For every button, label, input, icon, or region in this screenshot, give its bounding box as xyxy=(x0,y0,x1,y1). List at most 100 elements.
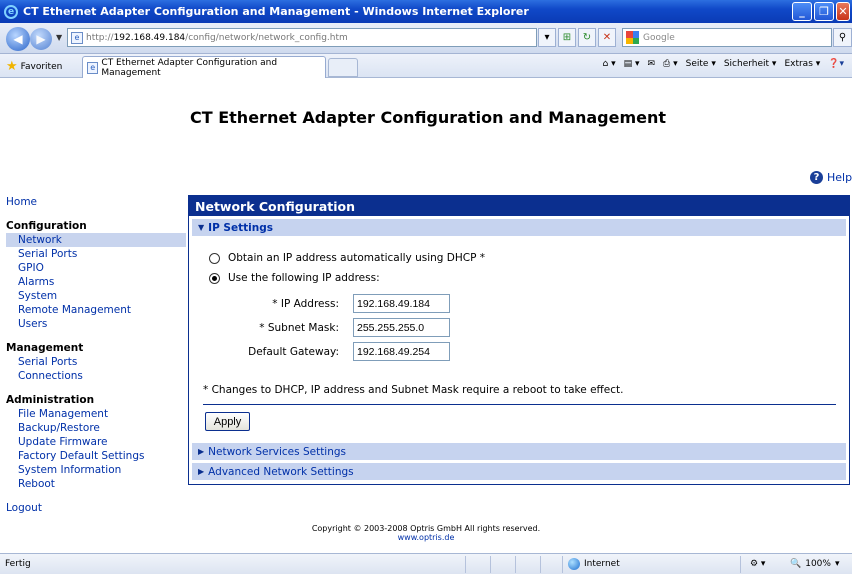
status-bar: Fertig Internet ⚙ ▾ 🔍 100% ▾ xyxy=(0,553,852,574)
search-input[interactable]: Google xyxy=(622,28,832,47)
subnet-mask-label: * Subnet Mask: xyxy=(259,321,339,334)
close-button[interactable]: ✕ xyxy=(836,2,850,21)
advanced-network-toggle[interactable]: ▶ Advanced Network Settings xyxy=(192,463,846,480)
help-menu-icon[interactable]: ❓▾ xyxy=(828,59,844,69)
status-divider xyxy=(562,556,563,573)
sidebar-item-remote-management[interactable]: Remote Management xyxy=(6,303,186,317)
status-text: Fertig xyxy=(5,559,31,569)
sidebar-item-connections[interactable]: Connections xyxy=(6,369,186,383)
ip-address-input[interactable] xyxy=(353,294,450,313)
zoom-value: 100% xyxy=(805,559,831,569)
sidebar-item-system-information[interactable]: System Information xyxy=(6,463,186,477)
window-controls: _ ❐ ✕ xyxy=(792,2,850,21)
ip-address-row: * IP Address: xyxy=(189,294,450,313)
favorites-bar: ★ Favoriten e CT Ethernet Adapter Config… xyxy=(0,54,852,78)
tab-page-icon: e xyxy=(87,61,99,74)
stop-icon[interactable]: ✕ xyxy=(598,28,616,47)
sidebar-item-home[interactable]: Home xyxy=(6,195,186,209)
ie-logo-icon: e xyxy=(4,4,18,19)
page-icon: e xyxy=(71,31,83,44)
subnet-mask-row: * Subnet Mask: xyxy=(189,318,450,337)
ip-settings-label: IP Settings xyxy=(208,221,273,234)
static-radio-row[interactable]: Use the following IP address: xyxy=(209,272,380,284)
sidebar-item-update-firmware[interactable]: Update Firmware xyxy=(6,435,186,449)
security-zone[interactable]: Internet xyxy=(568,558,620,570)
minimize-button[interactable]: _ xyxy=(792,2,812,21)
sidebar-item-system[interactable]: System xyxy=(6,289,186,303)
search-placeholder: Google xyxy=(643,32,675,43)
sidebar: Home Configuration Network Serial Ports … xyxy=(6,195,186,515)
copyright: Copyright © 2003-2008 Optris GmbH All ri… xyxy=(0,524,852,542)
sidebar-item-mgmt-serial-ports[interactable]: Serial Ports xyxy=(6,355,186,369)
new-tab-button[interactable] xyxy=(328,58,358,77)
mail-icon[interactable]: ✉ xyxy=(648,59,656,69)
optris-link[interactable]: www.optris.de xyxy=(0,533,852,542)
security-menu[interactable]: Sicherheit ▾ xyxy=(724,59,777,69)
triangle-right-icon: ▶ xyxy=(198,447,205,456)
feeds-icon[interactable]: ▤ ▾ xyxy=(624,59,640,69)
url-host: 192.168.49.184 xyxy=(113,32,186,43)
help-label: Help xyxy=(827,171,852,184)
zoom-control[interactable]: 🔍 100% ▾ xyxy=(790,559,839,569)
gateway-row: Default Gateway: xyxy=(189,342,450,361)
subnet-mask-input[interactable] xyxy=(353,318,450,337)
triangle-right-icon: ▶ xyxy=(198,467,205,476)
sidebar-heading-administration: Administration xyxy=(6,394,95,406)
sidebar-item-backup-restore[interactable]: Backup/Restore xyxy=(6,421,186,435)
tools-menu[interactable]: Extras ▾ xyxy=(784,59,820,69)
sidebar-item-file-management[interactable]: File Management xyxy=(6,407,186,421)
dhcp-radio-row[interactable]: Obtain an IP address automatically using… xyxy=(209,252,485,264)
address-input[interactable]: e http://192.168.49.184/config/network/n… xyxy=(67,28,537,47)
google-logo-icon xyxy=(626,31,639,44)
zoom-icon: 🔍 xyxy=(790,559,802,569)
reboot-note: * Changes to DHCP, IP address and Subnet… xyxy=(203,384,624,396)
favorites-button[interactable]: ★ Favoriten xyxy=(6,59,62,74)
ip-settings-toggle[interactable]: ▼ IP Settings xyxy=(192,219,846,236)
sidebar-heading-configuration: Configuration xyxy=(6,220,87,232)
sidebar-item-gpio[interactable]: GPIO xyxy=(6,261,186,275)
static-ip-radio[interactable] xyxy=(209,272,220,284)
status-divider xyxy=(740,556,741,573)
title-bar: e CT Ethernet Adapter Configuration and … xyxy=(0,0,852,23)
sidebar-item-factory-default[interactable]: Factory Default Settings xyxy=(6,449,186,463)
compatibility-icon[interactable]: ⊞ xyxy=(558,28,576,47)
sidebar-item-network[interactable]: Network xyxy=(6,233,186,247)
url-prefix: http:// xyxy=(86,32,114,43)
refresh-icon[interactable]: ↻ xyxy=(578,28,596,47)
sidebar-heading-management: Management xyxy=(6,342,84,354)
history-dropdown-icon[interactable]: ▼ xyxy=(56,33,62,42)
tab-title: CT Ethernet Adapter Configuration and Ma… xyxy=(101,57,278,78)
sidebar-item-alarms[interactable]: Alarms xyxy=(6,275,186,289)
network-services-toggle[interactable]: ▶ Network Services Settings xyxy=(192,443,846,460)
advanced-network-label: Advanced Network Settings xyxy=(208,465,354,478)
network-config-panel: Network Configuration ▼ IP Settings Obta… xyxy=(188,195,850,485)
home-icon[interactable]: ⌂ ▾ xyxy=(603,59,616,69)
gateway-input[interactable] xyxy=(353,342,450,361)
address-toolbar: ◀ ▶ ▼ e http://192.168.49.184/config/net… xyxy=(0,23,852,54)
dhcp-radio[interactable] xyxy=(209,252,220,264)
sidebar-item-logout[interactable]: Logout xyxy=(6,501,186,515)
dhcp-label: Obtain an IP address automatically using… xyxy=(228,252,486,264)
status-divider xyxy=(540,556,541,573)
sidebar-item-serial-ports[interactable]: Serial Ports xyxy=(6,247,186,261)
apply-button[interactable]: Apply xyxy=(205,412,250,431)
back-button[interactable]: ◀ xyxy=(6,27,30,51)
address-dropdown-icon[interactable]: ▾ xyxy=(538,28,556,47)
forward-button[interactable]: ▶ xyxy=(30,28,52,50)
search-icon[interactable]: ⚲ xyxy=(833,28,852,47)
zone-label: Internet xyxy=(584,559,620,569)
sidebar-item-users[interactable]: Users xyxy=(6,317,186,331)
print-icon[interactable]: ⎙ ▾ xyxy=(663,59,678,69)
window-title: CT Ethernet Adapter Configuration and Ma… xyxy=(23,5,529,18)
tab-active[interactable]: e CT Ethernet Adapter Configuration and … xyxy=(82,56,326,78)
url-path: /config/network/network_config.htm xyxy=(185,32,348,43)
static-label: Use the following IP address: xyxy=(228,272,380,284)
maximize-button[interactable]: ❐ xyxy=(814,2,834,21)
triangle-down-icon: ▼ xyxy=(198,223,205,232)
panel-heading: Network Configuration xyxy=(189,196,849,216)
sidebar-item-reboot[interactable]: Reboot xyxy=(6,477,186,491)
star-icon: ★ xyxy=(6,59,18,74)
help-link[interactable]: ? Help xyxy=(810,171,852,184)
protected-mode-icon[interactable]: ⚙ ▾ xyxy=(750,559,765,569)
page-menu[interactable]: Seite ▾ xyxy=(686,59,716,69)
